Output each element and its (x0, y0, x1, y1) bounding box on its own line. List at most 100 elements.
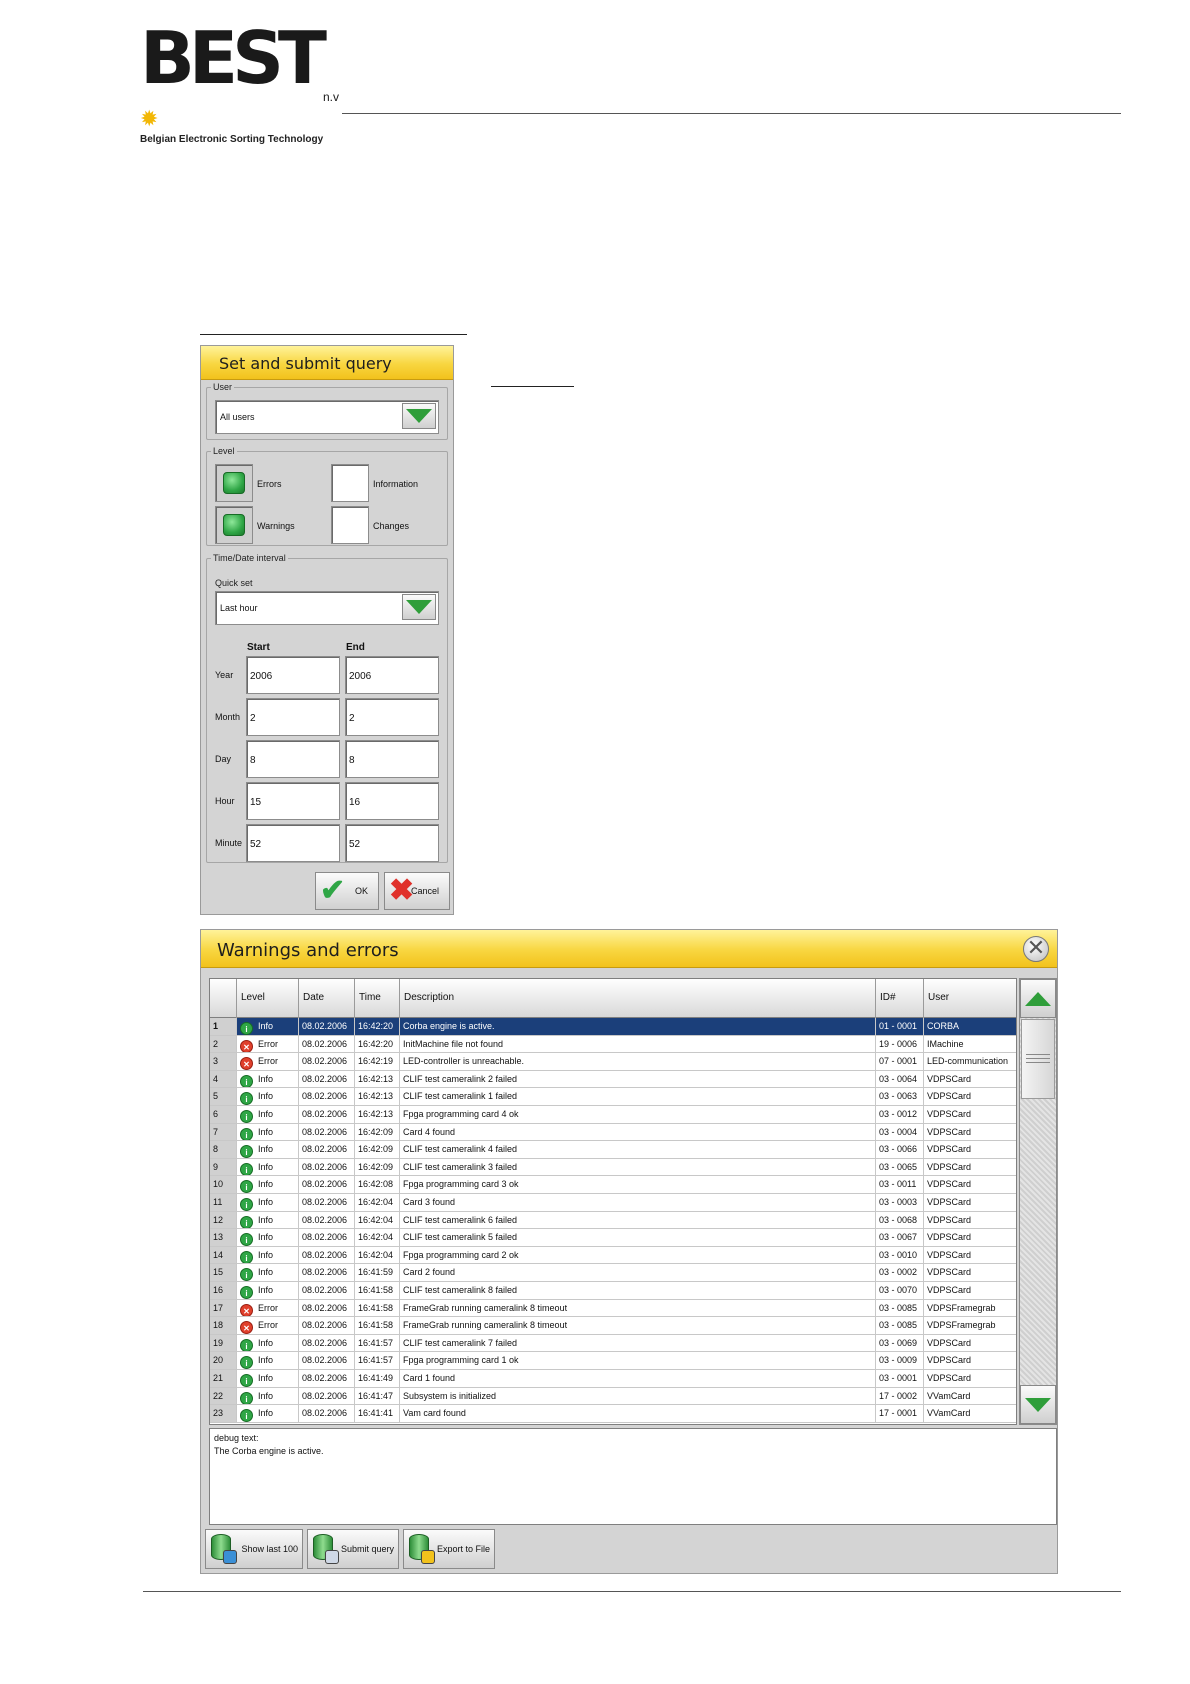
table-row[interactable]: 15 i Info 08.02.2006 16:41:59 Card 2 found 03 … (210, 1264, 1016, 1282)
date-cell: 08.02.2006 (299, 1018, 355, 1035)
column-header-description[interactable]: Description (400, 979, 876, 1018)
warnings-checkbox[interactable] (215, 506, 253, 544)
date-cell: 08.02.2006 (299, 1123, 355, 1141)
month-end-field[interactable]: 2 (345, 698, 439, 736)
cancel-button[interactable]: ✖ Cancel (384, 872, 450, 910)
day-end-field[interactable]: 8 (345, 740, 439, 778)
year-end-field[interactable]: 2006 (345, 656, 439, 694)
end-column-header: End (346, 642, 365, 653)
description-cell: Fpga programming card 2 ok (400, 1246, 876, 1264)
table-row[interactable]: 8 i Info 08.02.2006 16:42:09 CLIF test camera… (210, 1141, 1016, 1159)
table-row[interactable]: 16 i Info 08.02.2006 16:41:58 CLIF test camer… (210, 1282, 1016, 1300)
description-cell: FrameGrab running cameralink 8 timeout (400, 1299, 876, 1317)
submit-query-button[interactable]: Submit query (307, 1529, 399, 1569)
logo-tagline: Belgian Electronic Sorting Technology (140, 134, 324, 145)
day-start-field[interactable]: 8 (246, 740, 340, 778)
hour-start-field[interactable]: 15 (246, 782, 340, 820)
minute-end-field[interactable]: 52 (345, 824, 439, 862)
month-start-field[interactable]: 2 (246, 698, 340, 736)
time-cell: 16:42:13 (355, 1088, 400, 1105)
description-cell: CLIF test cameralink 8 failed (400, 1282, 876, 1299)
errors-checkbox[interactable] (215, 464, 253, 502)
column-header-level[interactable]: Level (237, 979, 299, 1018)
chevron-down-icon (406, 409, 432, 423)
time-cell: 16:41:41 (355, 1405, 400, 1422)
column-header-id[interactable]: ID# (876, 979, 924, 1018)
hour-end-field[interactable]: 16 (345, 782, 439, 820)
ok-button[interactable]: ✔ OK (315, 872, 379, 910)
table-row[interactable]: 4 i Info 08.02.2006 16:42:13 CLIF test camera… (210, 1070, 1016, 1089)
table-row[interactable]: 17 ✕ Error 08.02.2006 16:41:58 FrameGrab runn… (210, 1299, 1016, 1318)
cancel-button-label: Cancel (410, 886, 439, 896)
id-cell: 03 - 0068 (876, 1211, 924, 1229)
row-number: 2 (210, 1035, 237, 1053)
column-header-time[interactable]: Time (355, 979, 400, 1018)
date-cell: 08.02.2006 (299, 1246, 355, 1264)
description-cell: CLIF test cameralink 6 failed (400, 1211, 876, 1229)
export-to-file-button[interactable]: Export to File (403, 1529, 495, 1569)
table-row[interactable]: 1 i Info 08.02.2006 16:42:20 Corba engine is … (210, 1018, 1016, 1036)
table-row[interactable]: 11 i Info 08.02.2006 16:42:04 Card 3 found 03 … (210, 1194, 1016, 1212)
table-row[interactable]: 5 i Info 08.02.2006 16:42:13 CLIF test camera… (210, 1088, 1016, 1106)
table-row[interactable]: 12 i Info 08.02.2006 16:42:04 CLIF test camer… (210, 1211, 1016, 1230)
table-row[interactable]: 6 i Info 08.02.2006 16:42:13 Fpga programming… (210, 1106, 1016, 1124)
level-text: Info (258, 1285, 274, 1295)
table-row[interactable]: 20 i Info 08.02.2006 16:41:57 Fpga programmin… (210, 1352, 1016, 1370)
information-checkbox[interactable] (331, 464, 369, 502)
year-start-field[interactable]: 2006 (246, 656, 340, 694)
time-cell: 16:42:09 (355, 1141, 400, 1158)
close-icon[interactable]: ✕ (1023, 936, 1049, 962)
id-cell: 03 - 0009 (876, 1352, 924, 1369)
logo-suffix: n.v (323, 90, 340, 104)
level-text: Error (258, 1320, 278, 1331)
table-row[interactable]: 2 ✕ Error 08.02.2006 16:42:20 InitMachine fil… (210, 1035, 1016, 1054)
scroll-up-button[interactable] (1020, 979, 1056, 1018)
row-number: 18 (210, 1317, 237, 1334)
quick-set-select[interactable]: Last hour (215, 591, 439, 625)
level-cell: i Info (237, 1106, 299, 1123)
changes-checkbox[interactable] (331, 506, 369, 544)
description-cell: Subsystem is initialized (400, 1387, 876, 1405)
table-row[interactable]: 10 i Info 08.02.2006 16:42:08 Fpga programmin… (210, 1176, 1016, 1194)
level-cell: i Info (237, 1264, 299, 1281)
row-number: 11 (210, 1194, 237, 1211)
minute-start-field[interactable]: 52 (246, 824, 340, 862)
log-table-scrollbar[interactable] (1019, 978, 1057, 1425)
time-cell: 16:41:47 (355, 1387, 400, 1405)
info-icon: i (240, 1074, 253, 1088)
level-cell: i Info (237, 1387, 299, 1405)
user-cell: VDPSCard (924, 1071, 1016, 1088)
day-label: Day (215, 754, 232, 764)
column-header-date[interactable]: Date (299, 979, 355, 1018)
info-icon: i (240, 1338, 253, 1352)
database-export-icon (407, 1534, 435, 1564)
show-last-100-button[interactable]: Show last 100 (205, 1529, 303, 1569)
table-row[interactable]: 19 i Info 08.02.2006 16:41:57 CLIF test camer… (210, 1334, 1016, 1353)
table-row[interactable]: 9 i Info 08.02.2006 16:42:09 CLIF test camera… (210, 1158, 1016, 1177)
table-row[interactable]: 3 ✕ Error 08.02.2006 16:42:19 LED-controller … (210, 1053, 1016, 1071)
quick-set-label: Quick set (215, 578, 253, 588)
table-row[interactable]: 18 ✕ Error 08.02.2006 16:41:58 FrameGrab runn… (210, 1317, 1016, 1335)
errors-checkbox-label: Errors (257, 479, 282, 489)
warnings-panel-titlebar: Warnings and errors ✕ (201, 930, 1057, 968)
user-dropdown-button[interactable] (402, 403, 436, 429)
scroll-down-button[interactable] (1020, 1385, 1056, 1424)
column-header-user[interactable]: User (924, 979, 1016, 1018)
logo-wordmark: BEST (140, 16, 327, 100)
table-row[interactable]: 23 i Info 08.02.2006 16:41:41 Vam card found 1… (210, 1405, 1016, 1423)
user-cell: VDPSCard (924, 1212, 1016, 1229)
table-row[interactable]: 13 i Info 08.02.2006 16:42:04 CLIF test camer… (210, 1229, 1016, 1247)
level-text: Info (258, 1355, 274, 1366)
user-select[interactable]: All users (215, 400, 439, 434)
time-cell: 16:42:04 (355, 1211, 400, 1229)
table-row[interactable]: 7 i Info 08.02.2006 16:42:09 Card 4 found 03 -… (210, 1123, 1016, 1142)
table-row[interactable]: 14 i Info 08.02.2006 16:42:04 Fpga programmin… (210, 1246, 1016, 1265)
scroll-thumb[interactable] (1021, 1019, 1055, 1099)
table-row[interactable]: 22 i Info 08.02.2006 16:41:47 Subsystem is in… (210, 1387, 1016, 1406)
date-cell: 08.02.2006 (299, 1317, 355, 1334)
level-cell: i Info (237, 1194, 299, 1211)
date-cell: 08.02.2006 (299, 1282, 355, 1299)
table-row[interactable]: 21 i Info 08.02.2006 16:41:49 Card 1 found 03 … (210, 1370, 1016, 1388)
quick-set-dropdown-button[interactable] (402, 594, 436, 620)
row-number: 7 (210, 1123, 237, 1141)
